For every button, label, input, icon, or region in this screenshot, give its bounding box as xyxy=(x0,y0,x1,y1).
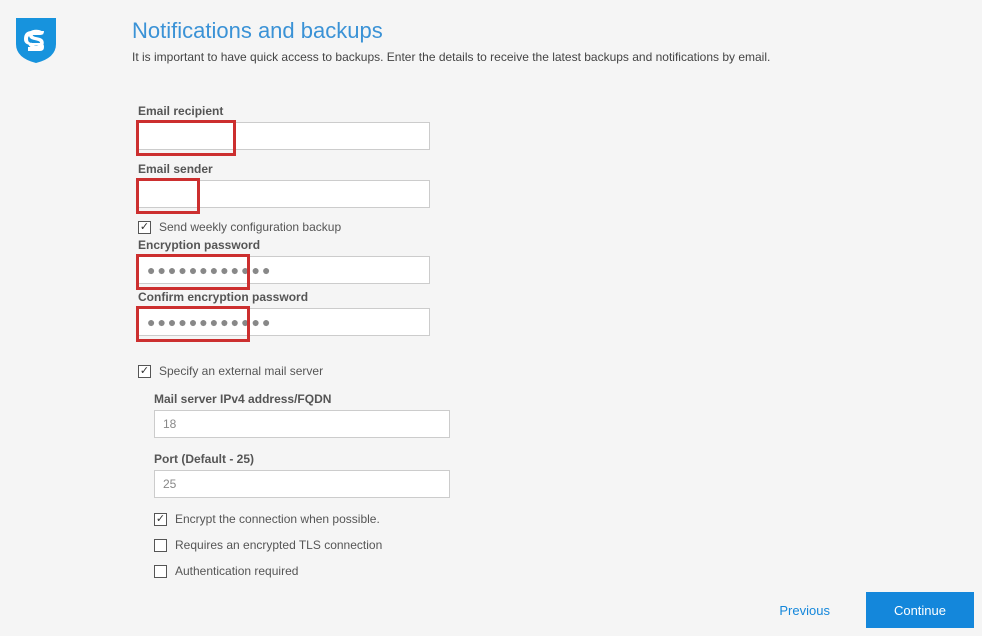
port-label: Port (Default - 25) xyxy=(154,452,962,466)
email-sender-label: Email sender xyxy=(138,162,962,176)
specify-external-checkbox[interactable] xyxy=(138,365,151,378)
page-description: It is important to have quick access to … xyxy=(132,50,962,64)
encryption-password-input[interactable] xyxy=(138,256,430,284)
port-input[interactable] xyxy=(154,470,450,498)
confirm-encryption-password-label: Confirm encryption password xyxy=(138,290,962,304)
shield-icon: S xyxy=(14,16,58,64)
requires-tls-checkbox[interactable] xyxy=(154,539,167,552)
page-title: Notifications and backups xyxy=(132,18,962,44)
encryption-password-label: Encryption password xyxy=(138,238,962,252)
brand-logo: S xyxy=(14,16,58,64)
continue-button[interactable]: Continue xyxy=(866,592,974,628)
encrypt-connection-checkbox[interactable] xyxy=(154,513,167,526)
requires-tls-label: Requires an encrypted TLS connection xyxy=(175,538,382,552)
encrypt-connection-label: Encrypt the connection when possible. xyxy=(175,512,380,526)
previous-button[interactable]: Previous xyxy=(767,595,842,626)
email-sender-input[interactable] xyxy=(138,180,430,208)
mail-server-input[interactable] xyxy=(154,410,450,438)
email-recipient-label: Email recipient xyxy=(138,104,962,118)
confirm-encryption-password-input[interactable] xyxy=(138,308,430,336)
send-weekly-checkbox[interactable] xyxy=(138,221,151,234)
auth-required-checkbox[interactable] xyxy=(154,565,167,578)
send-weekly-label: Send weekly configuration backup xyxy=(159,220,341,234)
email-recipient-input[interactable] xyxy=(138,122,430,150)
specify-external-label: Specify an external mail server xyxy=(159,364,323,378)
auth-required-label: Authentication required xyxy=(175,564,298,578)
svg-text:S: S xyxy=(27,24,44,54)
mail-server-label: Mail server IPv4 address/FQDN xyxy=(154,392,962,406)
